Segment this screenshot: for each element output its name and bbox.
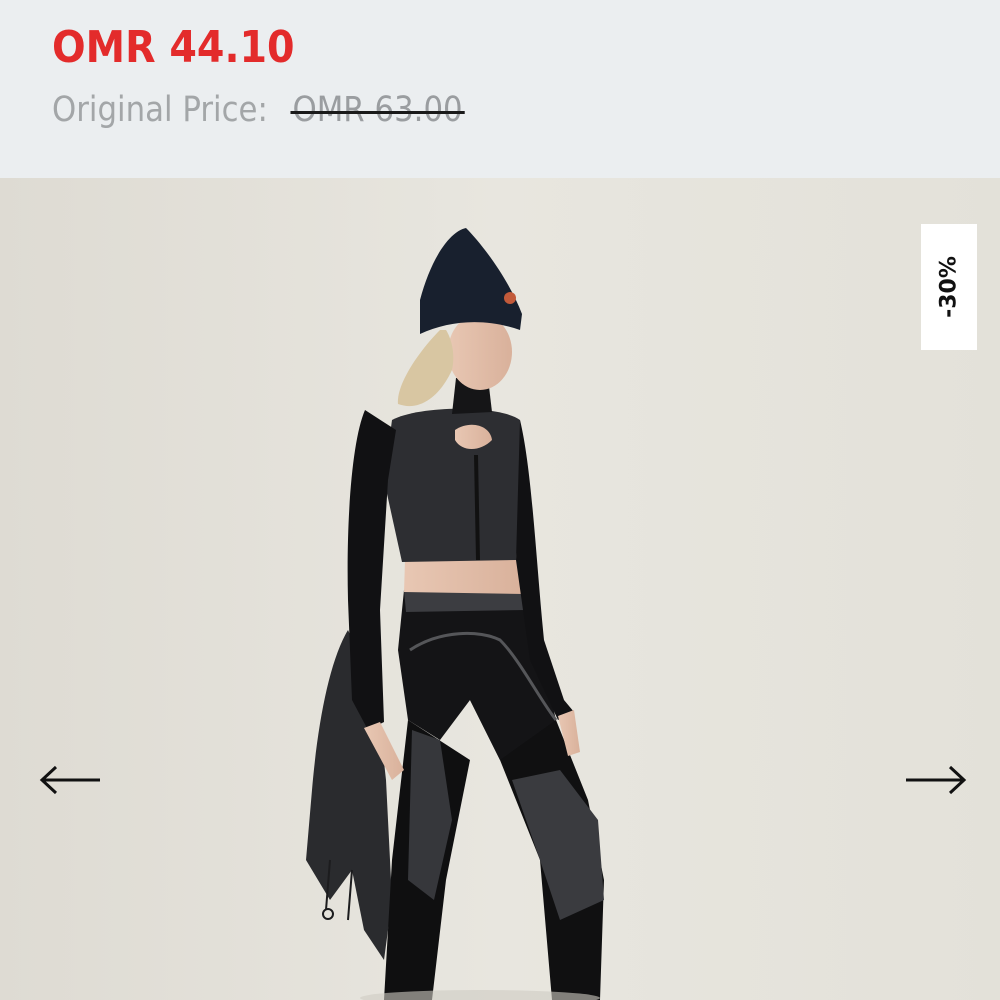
arrow-left-icon (39, 765, 100, 795)
original-price-value: OMR 63.00 (292, 90, 463, 130)
price-header: OMR 44.10 Original Price: OMR 63.00 (0, 0, 1000, 178)
discount-badge-label: -30% (936, 256, 962, 318)
sale-price: OMR 44.10 (52, 22, 295, 73)
discount-badge: -30% (921, 224, 977, 350)
arrow-right-icon (906, 765, 967, 795)
previous-image-button[interactable] (38, 763, 102, 797)
product-image-gallery[interactable] (0, 178, 1000, 1000)
product-image (0, 178, 1000, 1000)
original-price-label: Original Price: (52, 90, 268, 130)
original-price-row: Original Price: OMR 63.00 (52, 90, 463, 130)
next-image-button[interactable] (904, 763, 968, 797)
